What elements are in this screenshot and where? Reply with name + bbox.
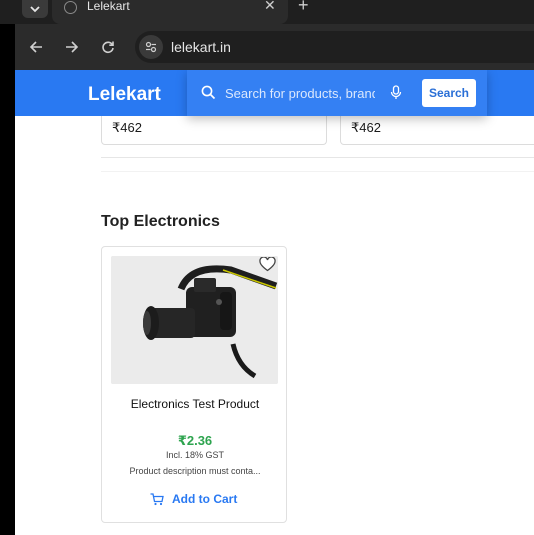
cart-icon bbox=[150, 492, 164, 505]
site-logo[interactable]: Lelekart bbox=[88, 84, 161, 106]
product-description: Product description must conta... bbox=[129, 466, 261, 476]
divider bbox=[101, 157, 534, 158]
camera-photo bbox=[111, 256, 278, 384]
microphone-icon[interactable] bbox=[390, 85, 402, 100]
address-bar[interactable]: lelekart.in bbox=[135, 31, 534, 63]
product-image[interactable] bbox=[111, 256, 278, 384]
product-price: ₹462 bbox=[351, 120, 381, 135]
globe-icon bbox=[64, 1, 77, 14]
add-to-cart-label: Add to Cart bbox=[172, 492, 238, 506]
product-card-partial[interactable]: ₹462 bbox=[101, 116, 327, 145]
heart-icon[interactable] bbox=[259, 257, 276, 272]
tax-note: Incl. 18% GST bbox=[165, 450, 225, 460]
product-card-partial[interactable]: ₹462 bbox=[340, 116, 534, 145]
tab-search-button[interactable] bbox=[22, 0, 48, 18]
add-to-cart-button[interactable]: Add to Cart bbox=[150, 491, 237, 507]
product-price: ₹2.36 bbox=[177, 433, 213, 448]
section-title: Top Electronics bbox=[101, 213, 220, 230]
tab-title: Lelekart bbox=[87, 0, 130, 13]
product-price: ₹462 bbox=[112, 120, 142, 135]
new-tab-icon[interactable]: + bbox=[298, 0, 309, 14]
search-bar: Search bbox=[187, 70, 487, 116]
search-button[interactable]: Search bbox=[422, 79, 476, 107]
reload-icon bbox=[102, 41, 114, 54]
url-text: lelekart.in bbox=[171, 39, 231, 55]
forward-button[interactable] bbox=[61, 36, 83, 58]
web-page: ₹462 ₹462 Lelekart Search Top Electronic… bbox=[15, 70, 534, 535]
divider bbox=[101, 171, 534, 172]
site-header: Lelekart Search bbox=[15, 70, 534, 116]
back-button[interactable] bbox=[25, 36, 47, 58]
chevron-down-icon bbox=[30, 6, 40, 13]
close-tab-icon[interactable]: ✕ bbox=[264, 0, 276, 12]
product-name[interactable]: Electronics Test Product bbox=[102, 397, 288, 411]
tune-icon bbox=[145, 41, 157, 53]
product-card[interactable]: Electronics Test Product ₹2.36 Incl. 18%… bbox=[101, 246, 287, 523]
search-icon bbox=[201, 85, 216, 100]
site-info-button[interactable] bbox=[139, 35, 163, 59]
arrow-left-icon bbox=[29, 41, 42, 53]
browser-tab-strip: Lelekart ✕ + bbox=[0, 0, 534, 24]
browser-tab[interactable]: Lelekart ✕ bbox=[52, 0, 288, 24]
arrow-right-icon bbox=[66, 41, 79, 53]
browser-toolbar: lelekart.in bbox=[15, 24, 534, 70]
reload-button[interactable] bbox=[97, 36, 119, 58]
search-input[interactable] bbox=[225, 82, 375, 104]
